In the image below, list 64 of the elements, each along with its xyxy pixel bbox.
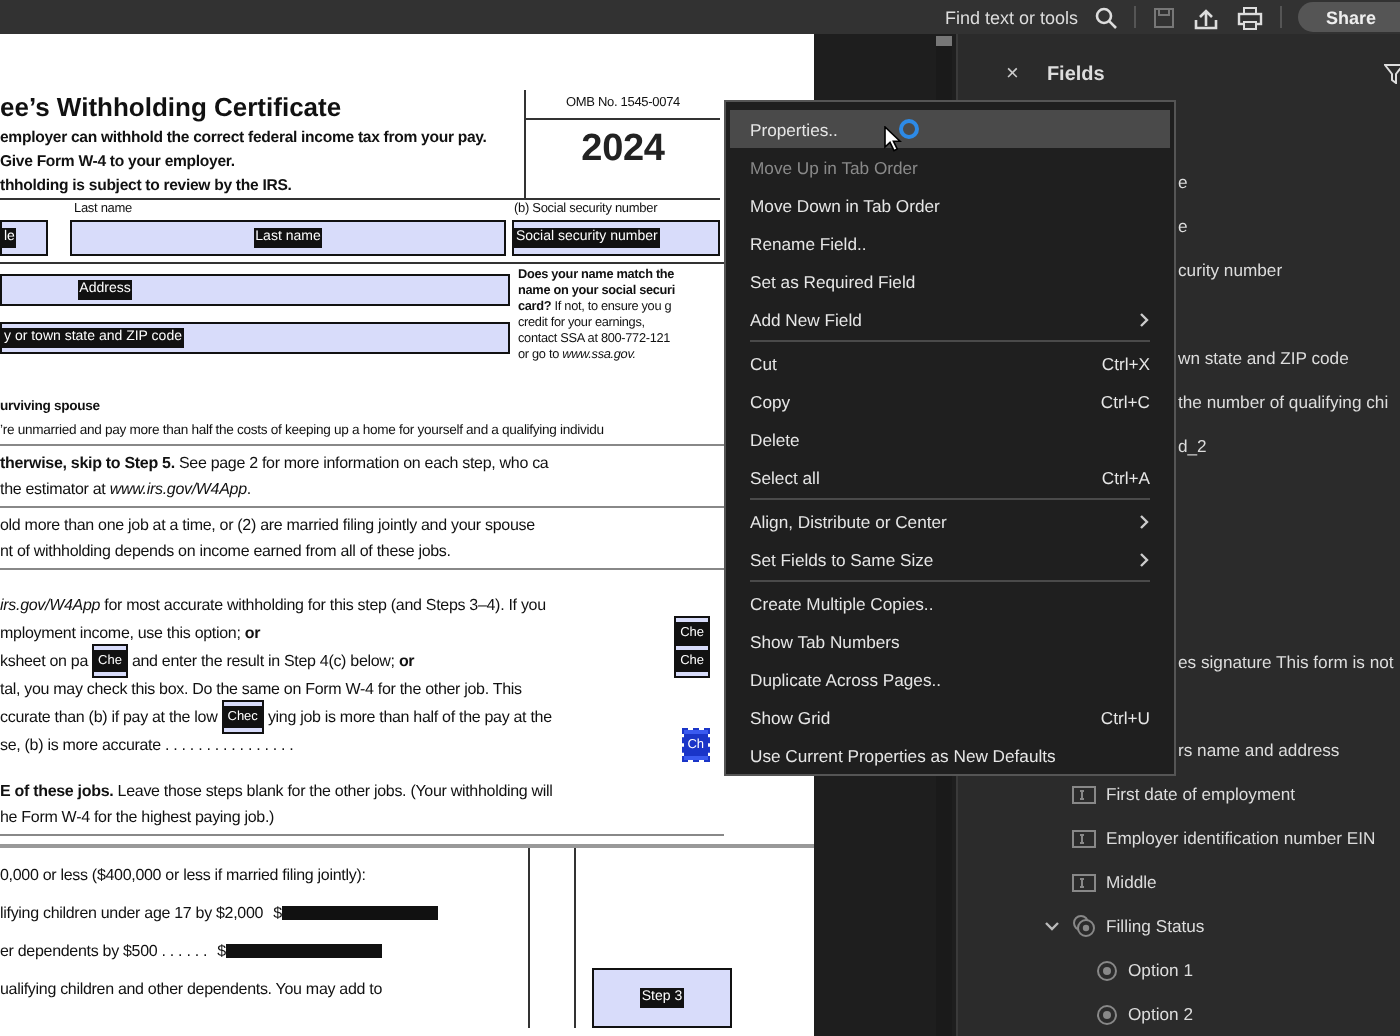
menu-item[interactable]: Add New Field bbox=[730, 300, 1170, 338]
form-text: se, (b) is more accurate . . . . . . . . . . . . . . . . bbox=[0, 733, 294, 757]
currency-sign: $ bbox=[273, 902, 282, 926]
form-text: E of these jobs. Leave those steps blank for the other jobs. (Your withholding will bbox=[0, 780, 555, 804]
menu-item[interactable]: Duplicate Across Pages.. bbox=[730, 660, 1170, 698]
form-text: and enter the result in Step 4(c) below; or bbox=[131, 649, 415, 673]
currency-sign: $ bbox=[217, 940, 226, 964]
search-icon[interactable] bbox=[1093, 5, 1118, 29]
form-text: tal, you may check this box. Do the same on Form W-4 for the other job. This bbox=[0, 677, 522, 701]
radio-group-icon bbox=[1072, 914, 1096, 938]
text-field-icon bbox=[1072, 829, 1096, 847]
field-list-item[interactable]: Option 2 bbox=[958, 992, 1400, 1036]
form-text: ksheet on pa bbox=[0, 649, 89, 673]
menu-item[interactable]: Create Multiple Copies.. bbox=[730, 584, 1170, 622]
form-title: ee’s Withholding Certificate bbox=[0, 90, 344, 126]
mouse-pointer-icon bbox=[884, 126, 902, 152]
menu-item[interactable]: Delete bbox=[730, 420, 1170, 458]
form-text: ying job is more than half of the pay at the bbox=[267, 705, 552, 729]
form-text: 0,000 or less ($400,000 or less if married filing jointly): bbox=[0, 864, 366, 888]
upload-icon[interactable] bbox=[1191, 5, 1220, 29]
radio-icon bbox=[1096, 959, 1118, 981]
save-icon[interactable] bbox=[1151, 5, 1176, 29]
print-icon[interactable] bbox=[1235, 5, 1264, 29]
field-list-item[interactable]: Employer identification number EIN bbox=[958, 816, 1400, 860]
text-field-icon bbox=[1072, 873, 1096, 891]
search-label[interactable]: Find text or tools bbox=[944, 7, 1078, 27]
filter-icon[interactable] bbox=[1384, 64, 1400, 84]
menu-item[interactable]: Properties.. bbox=[730, 110, 1170, 148]
chevron-icon[interactable] bbox=[1044, 920, 1060, 932]
form-text: old more than one job at a time, or (2) are married filing jointly and your spouse bbox=[0, 514, 537, 538]
menu-item[interactable]: Copy Ctrl+C bbox=[730, 382, 1170, 420]
menu-item[interactable]: Select all Ctrl+A bbox=[730, 458, 1170, 496]
share-button[interactable]: Share bbox=[1297, 2, 1400, 32]
form-text: ualifying children and other dependents. You may add to bbox=[0, 978, 383, 1002]
field-list-item[interactable]: Filling Status bbox=[958, 904, 1400, 948]
menu-item[interactable]: Show Grid Ctrl+U bbox=[730, 698, 1170, 736]
form-text: er dependents by $500 . . . . . . bbox=[0, 940, 208, 964]
menu-item[interactable]: Cut Ctrl+X bbox=[730, 344, 1170, 382]
field-list-item[interactable]: Option 1 bbox=[958, 948, 1400, 992]
panel-title: Fields bbox=[1046, 63, 1105, 85]
form-text: he Form W-4 for the highest paying job.) bbox=[0, 806, 277, 830]
menu-item[interactable]: Move Down in Tab Order bbox=[730, 186, 1170, 224]
field-list-item[interactable]: First date of employment bbox=[958, 772, 1400, 816]
form-text: irs.gov/W4App for most accurate withholding for this step (and Steps 3–4). If you bbox=[0, 593, 546, 617]
menu-item[interactable]: Set as Required Field bbox=[730, 262, 1170, 300]
menu-item[interactable]: Align, Distribute or Center bbox=[730, 502, 1170, 540]
menu-item[interactable]: Use Current Properties as New Defaults bbox=[730, 736, 1170, 774]
field-list-item[interactable]: Middle bbox=[958, 860, 1400, 904]
loading-ring-icon bbox=[898, 118, 920, 140]
amount-field[interactable] bbox=[281, 906, 438, 920]
form-text: lifying children under age 17 by $2,000 bbox=[0, 902, 264, 926]
menu-item[interactable]: Show Tab Numbers bbox=[730, 622, 1170, 660]
menu-item[interactable]: Rename Field.. bbox=[730, 224, 1170, 262]
form-text: ccurate than (b) if pay at the low bbox=[0, 705, 218, 729]
radio-icon bbox=[1096, 1003, 1118, 1025]
amount-field[interactable] bbox=[225, 944, 382, 958]
form-year: 2024 bbox=[581, 126, 665, 174]
close-icon[interactable]: × bbox=[1006, 62, 1019, 86]
form-text: therwise, skip to Step 5. See page 2 for more information on each step, who ca bbox=[0, 452, 551, 476]
text-field-icon bbox=[1072, 785, 1096, 803]
form-text: nt of withholding depends on income earned from all of these jobs. bbox=[0, 540, 453, 564]
menu-item[interactable]: Set Fields to Same Size bbox=[730, 540, 1170, 578]
form-text: mployment income, use this option; or bbox=[0, 621, 261, 645]
form-text: the estimator at www.irs.gov/W4App. bbox=[0, 478, 253, 502]
